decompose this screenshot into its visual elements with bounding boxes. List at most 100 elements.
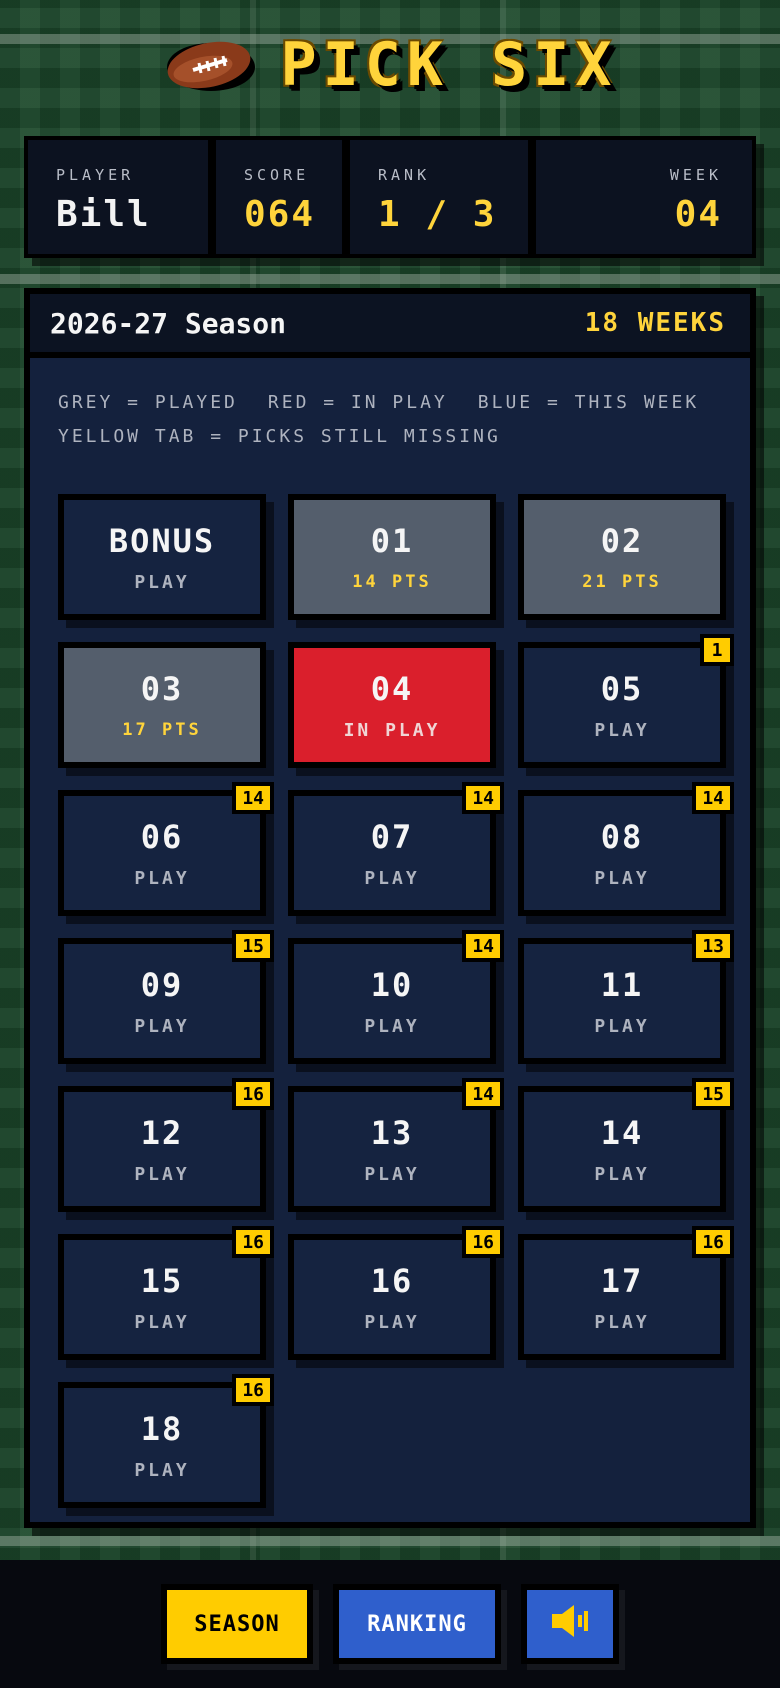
missing-picks-badge: 16 (462, 1226, 504, 1258)
week-status: 21 PTS (582, 572, 662, 592)
missing-picks-badge: 14 (462, 1078, 504, 1110)
week-tile[interactable]: 01 14 PTS (288, 494, 496, 620)
week-number: 13 (370, 1113, 414, 1152)
week-number: 17 (600, 1261, 644, 1300)
week-number: 16 (370, 1261, 414, 1300)
week-tile[interactable]: 14 PLAY 15 (518, 1078, 734, 1212)
week-number: 07 (370, 817, 414, 856)
legend-played: GREY = PLAYED (58, 392, 238, 413)
week-status: PLAY (134, 1311, 190, 1333)
week-status: PLAY (594, 719, 650, 741)
week-tile-body: BONUS PLAY (64, 500, 260, 614)
week-tile[interactable]: 04 IN PLAY (288, 642, 496, 768)
week-tile-body: 03 17 PTS (64, 648, 260, 762)
season-panel: 2026-27 Season 18 WEEKS GREY = PLAYED RED… (24, 288, 756, 1528)
week-tile-body: 15 PLAY (64, 1240, 260, 1354)
field-yard-line (0, 274, 780, 284)
week-number: 18 (140, 1409, 184, 1448)
season-header: 2026-27 Season 18 WEEKS (30, 294, 750, 358)
week-status: PLAY (364, 1015, 420, 1037)
missing-picks-badge: 14 (462, 782, 504, 814)
week-status: PLAY (594, 1015, 650, 1037)
week-status: PLAY (364, 1311, 420, 1333)
legend-in-play: RED = IN PLAY (267, 392, 448, 413)
score-stat: SCORE 064 (216, 140, 342, 254)
week-number: 14 (600, 1113, 644, 1152)
week-status: PLAY (594, 1311, 650, 1333)
week-tile[interactable]: 02 21 PTS (518, 494, 726, 620)
week-number: 15 (140, 1261, 184, 1300)
week-tile[interactable]: 15 PLAY 16 (58, 1226, 274, 1360)
week-tile[interactable]: BONUS PLAY (58, 494, 266, 620)
missing-picks-badge: 14 (462, 930, 504, 962)
rank-stat: RANK 1 / 3 (350, 140, 528, 254)
week-number: 06 (140, 817, 184, 856)
week-status: IN PLAY (343, 719, 441, 741)
missing-picks-badge: 14 (692, 782, 734, 814)
week-tile-body: 16 PLAY (294, 1240, 490, 1354)
app-title: PICK SIX (280, 30, 618, 100)
week-tile[interactable]: 12 PLAY 16 (58, 1078, 274, 1212)
week-tile-body: 12 PLAY (64, 1092, 260, 1206)
bottom-nav: SEASON RANKING (0, 1560, 780, 1688)
week-tile[interactable]: 07 PLAY 14 (288, 782, 504, 916)
rank-value: 1 / 3 (378, 194, 497, 235)
week-number: 05 (600, 669, 644, 708)
week-number: 10 (370, 965, 414, 1004)
missing-picks-badge: 15 (692, 1078, 734, 1110)
week-tile-body: 09 PLAY (64, 944, 260, 1058)
player-label: PLAYER (56, 166, 135, 184)
week-status: PLAY (134, 1015, 190, 1037)
legend-missing: YELLOW TAB = PICKS STILL MISSING (58, 426, 501, 447)
week-tile[interactable]: 10 PLAY 14 (288, 930, 504, 1064)
missing-picks-badge: 13 (692, 930, 734, 962)
week-tile[interactable]: 16 PLAY 16 (288, 1226, 504, 1360)
week-tile[interactable]: 06 PLAY 14 (58, 782, 274, 916)
week-number: 04 (370, 669, 414, 708)
missing-picks-badge: 16 (692, 1226, 734, 1258)
week-tile[interactable]: 17 PLAY 16 (518, 1226, 734, 1360)
week-tile-body: 14 PLAY (524, 1092, 720, 1206)
week-tile[interactable]: 08 PLAY 14 (518, 782, 734, 916)
season-weeks: 18 WEEKS (584, 308, 726, 338)
player-stat: PLAYER Bill (28, 140, 208, 254)
week-value: 04 (674, 194, 722, 235)
week-stat: WEEK 04 (536, 140, 752, 254)
missing-picks-badge: 14 (232, 782, 274, 814)
week-tile-body: 11 PLAY (524, 944, 720, 1058)
missing-picks-badge: 1 (700, 634, 734, 666)
week-number: 01 (370, 522, 414, 560)
week-tile-body: 18 PLAY (64, 1388, 260, 1502)
missing-picks-badge: 15 (232, 930, 274, 962)
week-label: WEEK (669, 166, 722, 184)
week-tile[interactable]: 18 PLAY 16 (58, 1374, 274, 1508)
week-number: 09 (140, 965, 184, 1004)
season-button[interactable]: SEASON (161, 1584, 313, 1664)
missing-picks-badge: 16 (232, 1226, 274, 1258)
week-status: PLAY (594, 867, 650, 889)
week-tile-body: 01 14 PTS (294, 500, 490, 614)
week-tile-body: 13 PLAY (294, 1092, 490, 1206)
week-tile[interactable]: 09 PLAY 15 (58, 930, 274, 1064)
week-number: 11 (600, 965, 644, 1004)
stats-bar: PLAYER Bill SCORE 064 RANK 1 / 3 WEEK 04 (24, 136, 756, 258)
week-number: 03 (140, 670, 184, 708)
week-status: PLAY (134, 1459, 190, 1481)
week-tile[interactable]: 11 PLAY 13 (518, 930, 734, 1064)
week-tile-body: 07 PLAY (294, 796, 490, 910)
field-yard-line (0, 1536, 780, 1546)
week-status: PLAY (364, 1163, 420, 1185)
speaker-icon (550, 1601, 590, 1647)
week-number: 08 (600, 817, 644, 856)
week-number: 02 (600, 522, 644, 560)
week-tile-body: 02 21 PTS (524, 500, 720, 614)
legend: GREY = PLAYED RED = IN PLAY BLUE = THIS WE… (30, 358, 750, 454)
week-tile-body: 05 PLAY (524, 648, 720, 762)
ranking-button[interactable]: RANKING (333, 1584, 501, 1664)
week-tile[interactable]: 03 17 PTS (58, 642, 266, 768)
week-tile[interactable]: 13 PLAY 14 (288, 1078, 504, 1212)
football-icon (163, 36, 259, 94)
score-value: 064 (244, 194, 316, 235)
sound-button[interactable] (521, 1584, 619, 1664)
week-tile[interactable]: 05 PLAY 1 (518, 634, 734, 768)
